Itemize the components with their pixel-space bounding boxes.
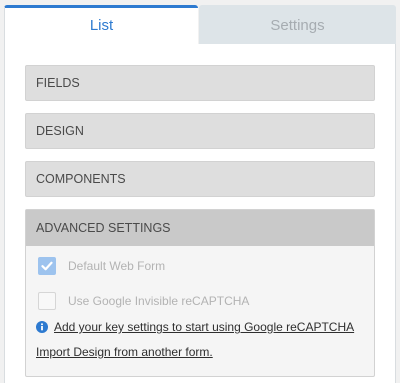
section-fields[interactable]: FIELDS (25, 65, 375, 101)
recaptcha-checkbox[interactable] (38, 292, 56, 310)
import-design-link[interactable]: Import Design from another form. (36, 344, 213, 360)
tab-settings[interactable]: Settings (199, 5, 396, 44)
section-advanced-settings: ADVANCED SETTINGS Default Web Form Use G… (25, 209, 375, 377)
section-components[interactable]: COMPONENTS (25, 161, 375, 197)
section-design-label: DESIGN (36, 124, 84, 138)
section-advanced-settings-label: ADVANCED SETTINGS (36, 221, 171, 235)
recaptcha-info-row: Add your key settings to start using Goo… (36, 319, 366, 337)
section-fields-label: FIELDS (36, 76, 80, 90)
tab-content: FIELDS DESIGN COMPONENTS ADVANCED SETTIN… (4, 44, 396, 383)
recaptcha-key-settings-link[interactable]: Add your key settings to start using Goo… (54, 319, 354, 335)
default-web-form-label: Default Web Form (68, 259, 166, 273)
section-design[interactable]: DESIGN (25, 113, 375, 149)
recaptcha-label: Use Google Invisible reCAPTCHA (68, 294, 250, 308)
tab-list[interactable]: List (4, 5, 198, 44)
form-builder-panel: List Settings FIELDS DESIGN COMPONENTS A… (0, 0, 400, 383)
info-icon (36, 321, 48, 333)
section-advanced-settings-header[interactable]: ADVANCED SETTINGS (26, 210, 374, 246)
tab-bar: List Settings (4, 5, 396, 44)
section-components-label: COMPONENTS (36, 172, 126, 186)
check-icon (41, 261, 53, 271)
default-web-form-row: Default Web Form (38, 257, 368, 277)
recaptcha-row: Use Google Invisible reCAPTCHA (38, 292, 368, 312)
default-web-form-checkbox[interactable] (38, 257, 56, 275)
